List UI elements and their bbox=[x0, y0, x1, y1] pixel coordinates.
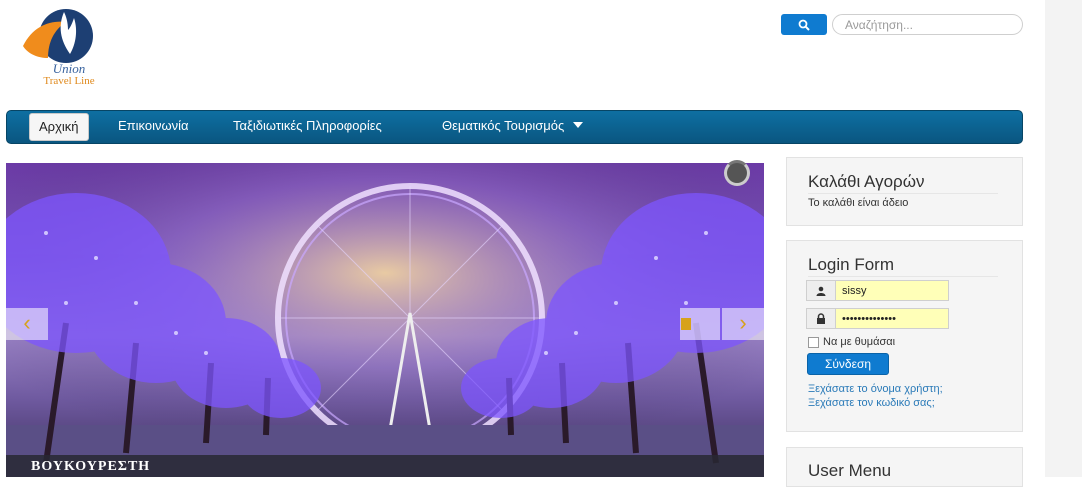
nav-item-travel-info[interactable]: Ταξιδιωτικές Πληροφορίες bbox=[233, 111, 382, 143]
user-icon bbox=[807, 281, 836, 300]
search-icon bbox=[798, 19, 810, 31]
chevron-left-icon: ‹ bbox=[23, 310, 31, 335]
lock-icon bbox=[807, 309, 836, 328]
password-field[interactable] bbox=[806, 308, 949, 329]
nav-item-label: Αρχική bbox=[39, 119, 79, 134]
search-button[interactable] bbox=[781, 14, 827, 35]
search-input[interactable] bbox=[832, 14, 1023, 35]
nav-item-label: Θεματικός Τουρισμός bbox=[442, 118, 565, 133]
username-field[interactable] bbox=[806, 280, 949, 301]
caret-down-icon bbox=[572, 122, 583, 128]
user-menu-module: User Menu bbox=[786, 447, 1023, 487]
slide-caption: ΒΟΥΚΟΥΡΕΣΤΗ bbox=[6, 455, 764, 477]
logo-mark bbox=[23, 9, 93, 63]
nav-item-contact[interactable]: Επικοινωνία bbox=[118, 111, 189, 143]
divider bbox=[808, 276, 998, 277]
page-scroll-area bbox=[1045, 0, 1082, 477]
login-button[interactable]: Σύνδεση bbox=[807, 353, 889, 375]
nav-item-home[interactable]: Αρχική bbox=[29, 113, 89, 141]
logo-line1: Union bbox=[52, 61, 86, 76]
chevron-right-icon: › bbox=[739, 310, 747, 335]
remember-label: Να με θυμάσαι bbox=[823, 336, 896, 348]
cart-empty-text: Το καλάθι είναι άδειο bbox=[808, 197, 909, 209]
nav-item-label: Επικοινωνία bbox=[118, 118, 189, 133]
slider-loader-icon bbox=[724, 160, 750, 186]
remember-checkbox[interactable] bbox=[808, 337, 819, 348]
image-slider[interactable]: ‹ › ΒΟΥΚΟΥΡΕΣΤΗ bbox=[6, 163, 764, 477]
nav-item-label: Ταξιδιωτικές Πληροφορίες bbox=[233, 118, 382, 133]
slide-image bbox=[6, 163, 764, 477]
cart-module: Καλάθι Αγορών Το καλάθι είναι άδειο bbox=[786, 157, 1023, 226]
main-nav: Αρχική Επικοινωνία Ταξιδιωτικές Πληροφορ… bbox=[6, 110, 1023, 144]
cart-title: Καλάθι Αγορών bbox=[808, 172, 925, 191]
nav-item-thematic-tourism[interactable]: Θεματικός Τουρισμός bbox=[442, 111, 583, 143]
forgot-username-link[interactable]: Ξεχάσατε το όνομα χρήστη; bbox=[808, 383, 943, 395]
user-menu-title: User Menu bbox=[808, 461, 892, 480]
slider-pause-button[interactable] bbox=[680, 308, 720, 340]
logo-wordmark: Union Travel Line bbox=[26, 62, 112, 88]
login-title: Login Form bbox=[808, 255, 894, 274]
logo-line2: Travel Line bbox=[43, 75, 95, 87]
slide-caption-text: ΒΟΥΚΟΥΡΕΣΤΗ bbox=[31, 459, 151, 474]
password-input[interactable] bbox=[836, 309, 948, 328]
slider-prev-button[interactable]: ‹ bbox=[6, 308, 48, 340]
pause-icon bbox=[681, 318, 691, 330]
forgot-password-link[interactable]: Ξεχάσατε τον κωδικό σας; bbox=[808, 397, 935, 409]
username-input[interactable] bbox=[836, 281, 948, 300]
divider bbox=[808, 193, 998, 194]
slider-next-button[interactable]: › bbox=[722, 308, 764, 340]
